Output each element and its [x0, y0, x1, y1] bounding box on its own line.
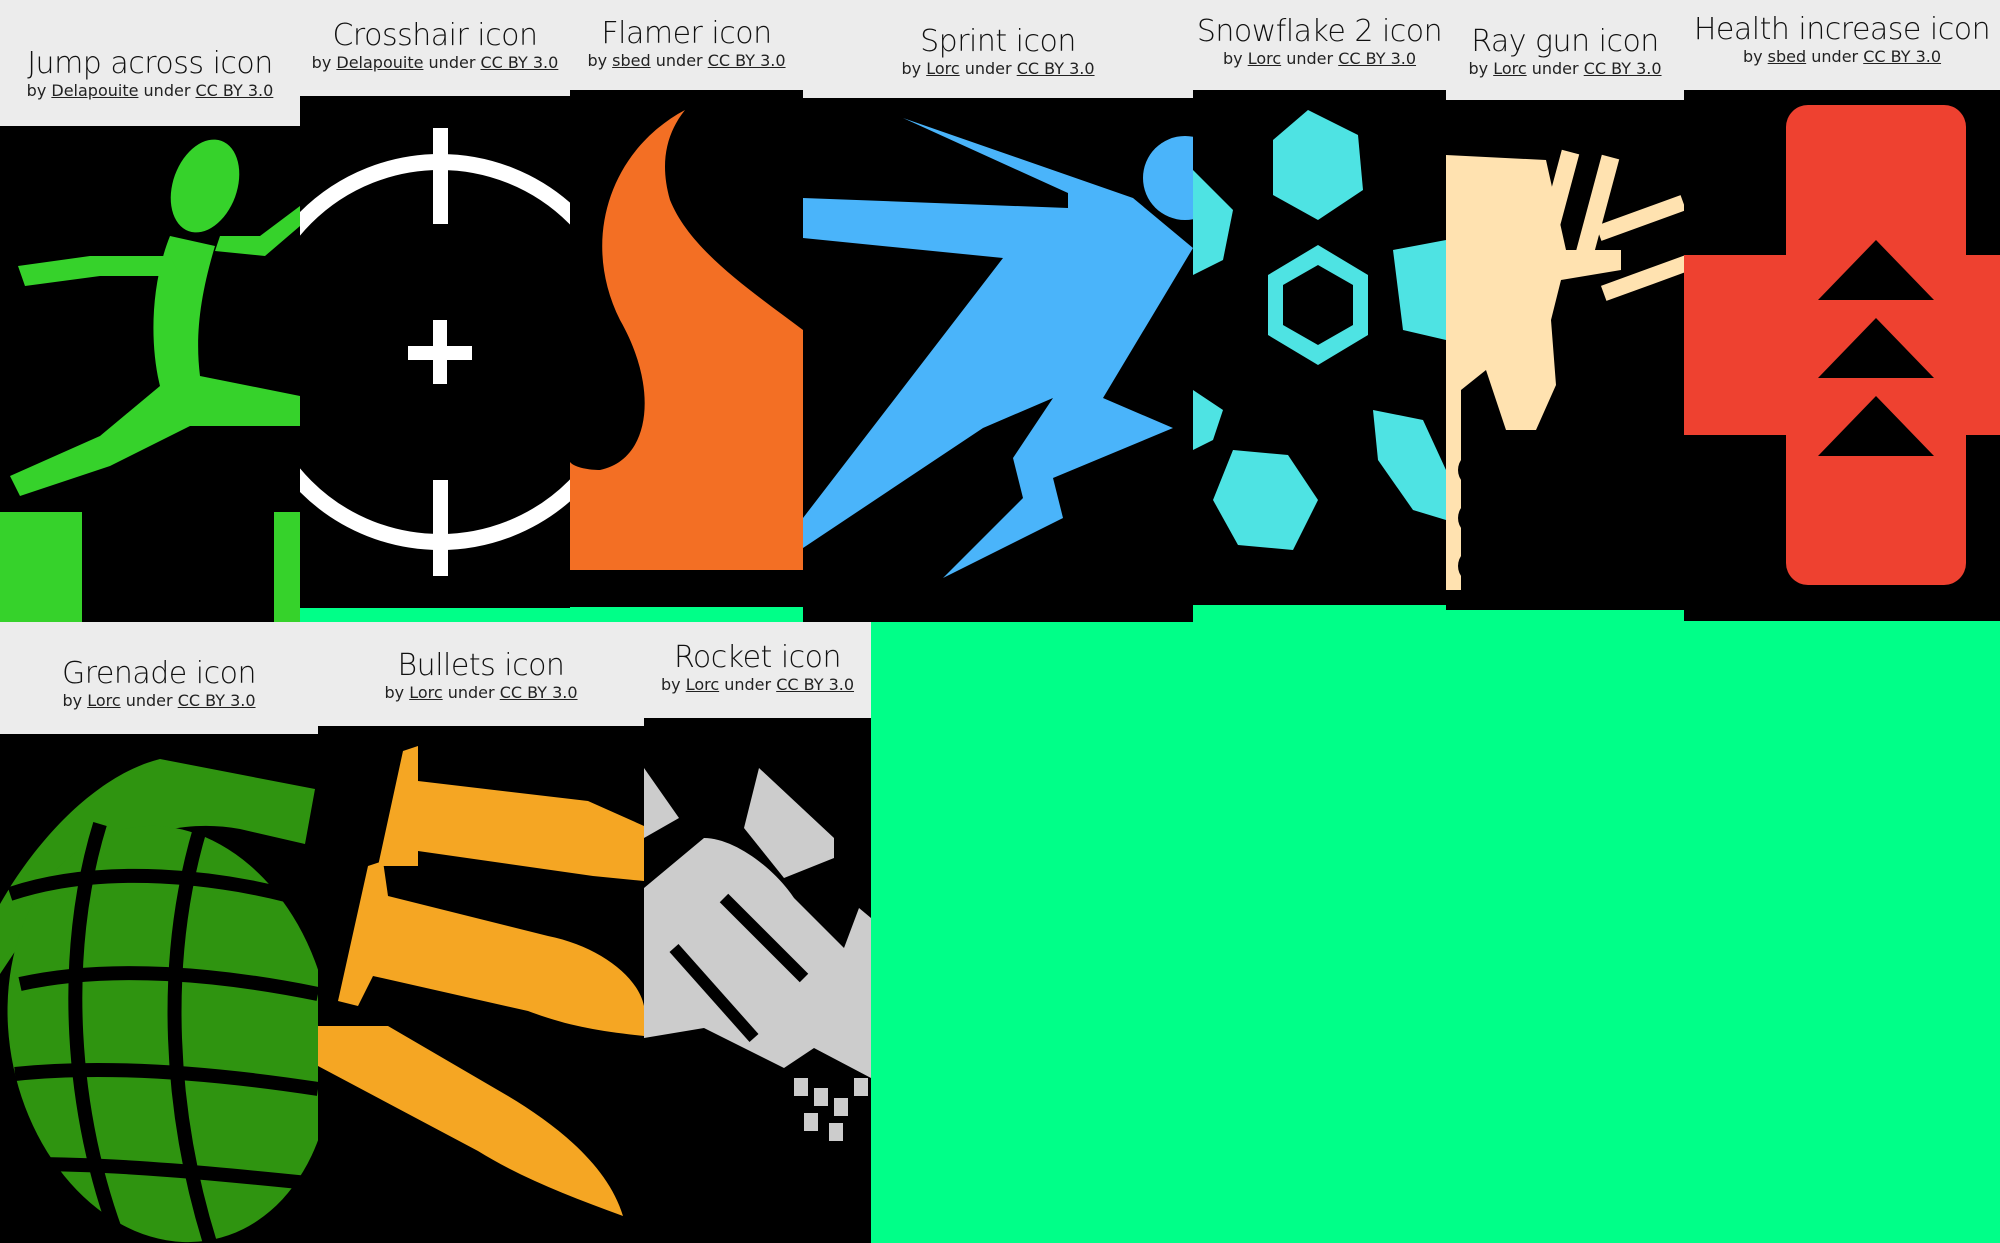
license-link[interactable]: CC BY 3.0: [1584, 59, 1662, 78]
snowflake-icon: [1193, 110, 1446, 550]
card-attribution: by Lorc under CC BY 3.0: [384, 683, 578, 702]
ray-gun-icon: [1446, 149, 1684, 590]
card-title[interactable]: Bullets icon: [318, 648, 644, 683]
card-artwork: [0, 734, 318, 1243]
icon-card-sprint[interactable]: Sprint icon by Lorc under CC BY 3.0: [803, 0, 1193, 622]
license-link[interactable]: CC BY 3.0: [1338, 49, 1416, 68]
card-artwork: [644, 718, 871, 1243]
card-attribution: by Delapouite under CC BY 3.0: [311, 53, 559, 72]
card-attribution: by Lorc under CC BY 3.0: [901, 59, 1095, 78]
card-artwork: [0, 126, 300, 622]
card-title[interactable]: Ray gun icon: [1446, 24, 1684, 59]
card-header: Sprint icon by Lorc under CC BY 3.0: [803, 0, 1193, 98]
author-link[interactable]: sbed: [612, 51, 651, 70]
rocket-icon: [644, 768, 871, 1141]
icon-card-rocket[interactable]: Rocket icon by Lorc under CC BY 3.0: [644, 622, 871, 1243]
license-link[interactable]: CC BY 3.0: [1863, 47, 1941, 66]
card-header: Bullets icon by Lorc under CC BY 3.0: [318, 622, 644, 726]
author-link[interactable]: Lorc: [1248, 49, 1281, 68]
card-title[interactable]: Jump across icon: [0, 46, 300, 81]
license-link[interactable]: CC BY 3.0: [1017, 59, 1095, 78]
license-link[interactable]: CC BY 3.0: [195, 81, 273, 100]
license-link[interactable]: CC BY 3.0: [776, 675, 854, 694]
icon-card-health-increase[interactable]: Health increase icon by sbed under CC BY…: [1684, 0, 2000, 621]
card-attribution: by Lorc under CC BY 3.0: [1222, 49, 1417, 68]
card-attribution: by sbed under CC BY 3.0: [1742, 47, 1942, 66]
author-link[interactable]: Lorc: [409, 683, 442, 702]
card-title[interactable]: Flamer icon: [570, 16, 803, 51]
card-header: Flamer icon by sbed under CC BY 3.0: [570, 0, 803, 90]
card-artwork: [1193, 90, 1446, 605]
license-link[interactable]: CC BY 3.0: [480, 53, 558, 72]
card-attribution: by Lorc under CC BY 3.0: [1468, 59, 1662, 78]
card-header: Crosshair icon by Delapouite under CC BY…: [300, 0, 570, 96]
author-link[interactable]: Delapouite: [51, 81, 138, 100]
card-title[interactable]: Rocket icon: [644, 640, 871, 675]
author-link[interactable]: Lorc: [926, 59, 959, 78]
author-link[interactable]: Lorc: [1493, 59, 1526, 78]
icon-card-jump-across[interactable]: Jump across icon by Delapouite under CC …: [0, 0, 300, 622]
card-artwork: [300, 96, 570, 608]
card-artwork: [1684, 90, 2000, 621]
bullets-icon: [318, 746, 644, 1216]
card-title[interactable]: Sprint icon: [803, 24, 1193, 59]
card-attribution: by Lorc under CC BY 3.0: [62, 691, 256, 710]
jump-across-icon: [0, 139, 300, 622]
card-header: Snowflake 2 icon by Lorc under CC BY 3.0: [1193, 0, 1446, 90]
icon-card-bullets[interactable]: Bullets icon by Lorc under CC BY 3.0: [318, 622, 644, 1243]
card-header: Ray gun icon by Lorc under CC BY 3.0: [1446, 0, 1684, 100]
health-increase-icon: [1684, 105, 2000, 585]
icon-card-crosshair[interactable]: Crosshair icon by Delapouite under CC BY…: [300, 0, 570, 608]
icon-card-flamer[interactable]: Flamer icon by sbed under CC BY 3.0: [570, 0, 803, 607]
card-artwork: [570, 90, 803, 607]
card-header: Grenade icon by Lorc under CC BY 3.0: [0, 622, 318, 734]
card-artwork: [803, 98, 1193, 622]
crosshair-icon: [300, 128, 570, 576]
license-link[interactable]: CC BY 3.0: [708, 51, 786, 70]
grenade-icon: [0, 759, 318, 1243]
author-link[interactable]: sbed: [1768, 47, 1807, 66]
author-link[interactable]: Lorc: [87, 691, 120, 710]
author-link[interactable]: Delapouite: [336, 53, 423, 72]
card-title[interactable]: Crosshair icon: [300, 18, 570, 53]
license-link[interactable]: CC BY 3.0: [178, 691, 256, 710]
icon-card-snowflake-2[interactable]: Snowflake 2 icon by Lorc under CC BY 3.0: [1193, 0, 1446, 605]
icon-card-grenade[interactable]: Grenade icon by Lorc under CC BY 3.0: [0, 622, 318, 1243]
card-header: Rocket icon by Lorc under CC BY 3.0: [644, 622, 871, 718]
card-attribution: by Delapouite under CC BY 3.0: [26, 81, 274, 100]
card-artwork: [318, 726, 644, 1243]
card-header: Jump across icon by Delapouite under CC …: [0, 0, 300, 126]
card-title[interactable]: Health increase icon: [1684, 12, 2000, 47]
card-title[interactable]: Grenade icon: [0, 656, 318, 691]
card-artwork: [1446, 100, 1684, 610]
card-attribution: by sbed under CC BY 3.0: [587, 51, 786, 70]
author-link[interactable]: Lorc: [686, 675, 719, 694]
flamer-icon: [570, 110, 803, 570]
card-title[interactable]: Snowflake 2 icon: [1193, 14, 1446, 49]
card-attribution: by Lorc under CC BY 3.0: [660, 675, 855, 694]
icon-card-ray-gun[interactable]: Ray gun icon by Lorc under CC BY 3.0: [1446, 0, 1684, 610]
card-header: Health increase icon by sbed under CC BY…: [1684, 0, 2000, 90]
sprint-icon: [803, 118, 1193, 578]
license-link[interactable]: CC BY 3.0: [500, 683, 578, 702]
